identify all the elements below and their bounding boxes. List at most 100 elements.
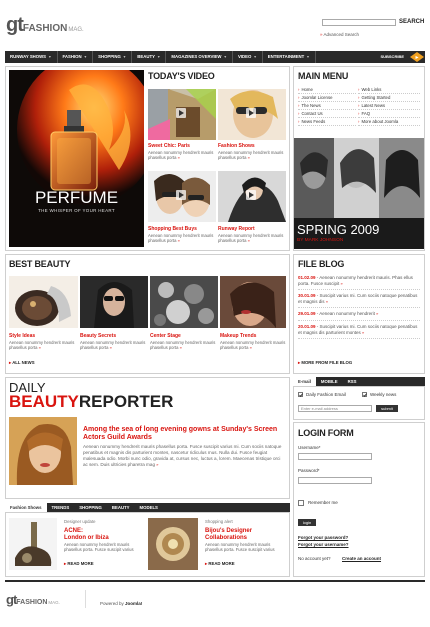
video-thumb-3[interactable] — [148, 171, 216, 222]
tab-item-text-1: Aenean nonummy hendrerit mauris phasellu… — [64, 542, 134, 553]
blog-item[interactable]: 29.01.09 - Aenean nonummy hendrerit » — [298, 311, 420, 321]
tab-item-title-1[interactable]: ACNE: London or Ibiza — [64, 528, 109, 541]
footer-logo[interactable]: gtFASHIONMAG. — [6, 592, 60, 607]
beauty-title-3[interactable]: Center Stage — [150, 333, 181, 339]
bullet-icon: › — [298, 103, 300, 108]
nav-fashion[interactable]: FASHION ▼ — [58, 51, 94, 63]
tab-fashion-shows[interactable]: Fashion Shows — [5, 503, 47, 512]
tab-email[interactable]: E-mail — [293, 377, 316, 386]
all-news-link[interactable]: ▸ ALL NEWS — [9, 360, 35, 366]
video-thumb-1[interactable] — [148, 89, 216, 140]
arrow-right-icon: » — [177, 238, 180, 244]
arrow-right-icon: » — [325, 298, 329, 304]
blog-item[interactable]: 20.01.09 - Suscipit varius mi. Cum socii… — [298, 324, 420, 340]
menu-item-license[interactable]: › Joomla! License — [298, 94, 356, 102]
reporter-photo[interactable] — [9, 417, 77, 485]
beauty-thumb-2[interactable] — [80, 276, 148, 328]
menu-item-feeds[interactable]: › News Feeds — [298, 118, 356, 126]
tab-beauty[interactable]: BEAUTY — [107, 503, 135, 512]
spring-byline: BY MARK JOHNSON — [297, 238, 344, 243]
play-icon[interactable] — [176, 190, 186, 200]
reporter-headline[interactable]: Among the sea of long evening gowns at S… — [83, 426, 283, 442]
video-title-3[interactable]: Shopping Best Buys — [148, 226, 197, 232]
beauty-title-2[interactable]: Beauty Secrets — [80, 333, 116, 339]
remember-checkbox[interactable] — [298, 500, 304, 506]
menu-item-faq[interactable]: › FAQ — [358, 110, 420, 118]
login-button[interactable]: login — [298, 519, 316, 526]
read-more-link-2[interactable]: ▸ READ MORE — [205, 561, 235, 567]
nav-video[interactable]: VIDEO ▼ — [233, 51, 263, 63]
beauty-thumb-4[interactable] — [220, 276, 286, 328]
video-title-4[interactable]: Runway Report — [218, 226, 255, 232]
play-icon[interactable] — [246, 190, 256, 200]
nav-shopping[interactable]: SHOPPING ▼ — [93, 51, 133, 63]
beauty-title-1[interactable]: Style Ideas — [9, 333, 35, 339]
tab-models[interactable]: MODELS — [135, 503, 163, 512]
video-thumb-4[interactable] — [218, 171, 286, 222]
video-thumb-2[interactable] — [218, 89, 286, 140]
nav-runway-shows[interactable]: RUNWAY SHOWS ▼ — [5, 51, 58, 63]
tab-item-thumb-1[interactable] — [9, 518, 57, 570]
nav-entertainment[interactable]: ENTERTAINMENT ▼ — [263, 51, 316, 63]
video-title-1[interactable]: Sweet Chic: Paris — [148, 143, 190, 149]
play-icon[interactable] — [246, 108, 256, 118]
search-input[interactable] — [322, 19, 396, 26]
email-input[interactable]: Enter e-mail address — [298, 405, 372, 412]
video-text-4: Aenean nonummy hendrerit mauris phasellu… — [218, 233, 284, 244]
create-account-link[interactable]: Create an account — [342, 556, 381, 561]
tab-mobile[interactable]: MOBILE — [316, 377, 343, 386]
search-button[interactable]: SEARCH — [399, 19, 424, 25]
spring-title: SPRING 2009 — [297, 222, 380, 237]
daily-checkbox[interactable] — [298, 392, 303, 397]
menu-item-contact[interactable]: › Contact Us — [298, 110, 356, 118]
read-more-link-1[interactable]: ▸ READ MORE — [64, 561, 94, 567]
beauty-title-4[interactable]: Makeup Trends — [220, 333, 256, 339]
bullet-icon: › — [358, 119, 360, 124]
beauty-text-2: Aenean nonummy hendrerit mauris phasellu… — [80, 340, 146, 351]
blog-item[interactable]: 30.01.09 - Suscipit varius mi. Cum socii… — [298, 293, 420, 309]
tab-shopping[interactable]: SHOPPING — [74, 503, 107, 512]
username-input[interactable] — [298, 453, 372, 460]
nav-beauty[interactable]: BEAUTY ▼ — [132, 51, 167, 63]
page-header: gtFASHIONMAG. SEARCH » Advanced Search — [0, 0, 430, 48]
tab-item-thumb-2[interactable] — [148, 518, 198, 570]
spring-2009-banner[interactable]: SPRING 2009 BY MARK JOHNSON — [294, 138, 424, 249]
more-from-blog-link[interactable]: ▸ MORE FROM FILE BLOG — [298, 360, 352, 366]
tab-item-title-2[interactable]: Bijou's Designer Collaborations — [205, 528, 252, 541]
video-title-2[interactable]: Fashion Shows — [218, 143, 255, 149]
password-input[interactable] — [298, 477, 372, 484]
subscribe-badge[interactable]: ▶ — [409, 51, 425, 63]
menu-item-home[interactable]: › Home — [298, 86, 356, 94]
tab-trends[interactable]: TRENDS — [47, 503, 75, 512]
email-submit-button[interactable]: submit — [376, 405, 398, 412]
main-menu-heading: MAIN MENU — [298, 71, 349, 81]
chevron-down-icon: ▼ — [122, 55, 127, 59]
forgot-password-link[interactable]: Forgot your password? — [298, 535, 348, 540]
advanced-search-link[interactable]: » Advanced Search — [320, 32, 359, 37]
arrow-right-icon: » — [249, 345, 252, 351]
beauty-thumb-1[interactable] — [9, 276, 78, 328]
beauty-thumb-3[interactable] — [150, 276, 218, 328]
chevron-down-icon: ▼ — [156, 55, 161, 59]
forgot-username-link[interactable]: Forgot your username? — [298, 542, 349, 547]
tab-rss[interactable]: RSS — [343, 377, 362, 386]
weekly-checkbox[interactable] — [362, 392, 367, 397]
chevron-down-icon: ▼ — [83, 55, 88, 59]
menu-item-more-joomla[interactable]: › More about Joomla — [358, 118, 420, 126]
arrow-right-icon: » — [362, 329, 365, 335]
menu-item-latest-news[interactable]: › Latest News — [358, 102, 420, 110]
login-heading: LOGIN FORM — [298, 428, 354, 438]
menu-item-getting-started[interactable]: › Getting Started — [358, 94, 420, 102]
menu-item-news[interactable]: › The News — [298, 102, 356, 110]
play-icon[interactable] — [176, 108, 186, 118]
menu-item-weblinks[interactable]: › Web Links — [358, 86, 420, 94]
perfume-feature-image[interactable]: PERFUME THE WHISPER OF YOUR HEART — [9, 70, 144, 247]
main-menu-left: › Home › Joomla! License › The News › Contac… — [298, 86, 356, 126]
blog-item[interactable]: 01.02.09 - Aenean nonummy hendrerit maur… — [298, 275, 420, 291]
subscribe-link[interactable]: SUBSCRIBE — [375, 51, 409, 63]
beauty-text-1: Aenean nonummy hendrerit mauris phasellu… — [9, 340, 75, 351]
joomla-link[interactable]: Joomla! — [125, 601, 142, 606]
nav-magazines[interactable]: MAGAZINES OVERVIEW ▼ — [166, 51, 233, 63]
site-logo[interactable]: gtFASHIONMAG. — [6, 14, 84, 37]
bullet-icon: › — [358, 111, 360, 116]
